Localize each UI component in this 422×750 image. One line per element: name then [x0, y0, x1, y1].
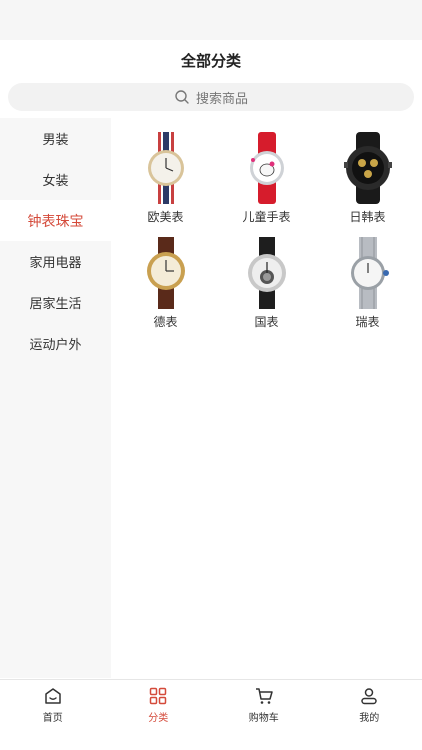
page-header: 全部分类	[0, 40, 422, 80]
subcategory-german-watch[interactable]: 德表	[115, 237, 216, 330]
sidebar-item-label: 家用电器	[29, 256, 82, 271]
kids-watch-image	[235, 132, 299, 204]
subcategory-label: 儿童手表	[242, 210, 291, 224]
sidebar-item-home-living[interactable]: 居家生活	[0, 282, 111, 323]
skeleton-watch-image	[235, 237, 299, 309]
category-icon	[148, 686, 168, 706]
home-icon	[43, 686, 63, 706]
subcategory-swiss-watch[interactable]: 瑞表	[317, 237, 418, 330]
subcategory-jp-kr-watch[interactable]: 日韩表	[317, 132, 418, 225]
subcategory-label: 国表	[254, 315, 279, 329]
profile-icon	[359, 686, 379, 706]
category-body: 男装 女装 钟表珠宝 家用电器 居家生活 运动户外 欧美表 儿童手表 日韩表 德…	[0, 118, 422, 678]
subcategory-panel: 欧美表 儿童手表 日韩表 德表 国表 瑞表	[111, 118, 422, 678]
subcategory-domestic-watch[interactable]: 国表	[216, 237, 317, 330]
tab-label: 首页	[42, 713, 63, 724]
sidebar-item-label: 居家生活	[29, 297, 82, 312]
gold-watch-image	[134, 237, 198, 309]
tab-profile[interactable]: 我的	[317, 680, 422, 750]
tab-label: 分类	[148, 713, 169, 724]
status-bar	[0, 0, 422, 40]
sidebar-item-womenswear[interactable]: 女装	[0, 159, 111, 200]
subcategory-european-watch[interactable]: 欧美表	[115, 132, 216, 225]
sidebar-item-label: 钟表珠宝	[27, 213, 84, 230]
sport-watch-image	[336, 132, 400, 204]
subcategory-label: 瑞表	[355, 315, 380, 329]
subcategory-label: 欧美表	[147, 210, 184, 224]
search-bar-container: 搜索商品	[0, 80, 422, 115]
subcategory-label: 日韩表	[349, 210, 386, 224]
bottom-tab-bar: 首页 分类 购物车 我的	[0, 679, 422, 750]
steel-watch-image	[336, 237, 400, 309]
sidebar-item-menswear[interactable]: 男装	[0, 118, 111, 159]
sidebar-item-label: 运动户外	[29, 338, 82, 353]
tab-home[interactable]: 首页	[0, 680, 106, 750]
sidebar-item-appliances[interactable]: 家用电器	[0, 241, 111, 282]
tab-category[interactable]: 分类	[106, 680, 212, 750]
tab-label: 我的	[359, 713, 380, 724]
sidebar-item-watches-jewelry[interactable]: 钟表珠宝	[0, 200, 111, 241]
search-icon	[174, 89, 190, 105]
sidebar-item-label: 女装	[42, 174, 69, 189]
tab-label: 购物车	[248, 713, 279, 724]
subcategory-grid: 欧美表 儿童手表 日韩表 德表 国表 瑞表	[111, 132, 422, 330]
search-placeholder: 搜索商品	[195, 91, 248, 107]
sidebar-item-outdoor-sports[interactable]: 运动户外	[0, 323, 111, 364]
tab-cart[interactable]: 购物车	[211, 680, 317, 750]
subcategory-label: 德表	[153, 315, 178, 329]
category-sidebar: 男装 女装 钟表珠宝 家用电器 居家生活 运动户外	[0, 118, 111, 678]
strap-watch-image	[134, 132, 198, 204]
cart-icon	[254, 686, 274, 706]
sidebar-item-label: 男装	[42, 133, 69, 148]
page-title: 全部分类	[180, 51, 241, 70]
search-input[interactable]: 搜索商品	[8, 83, 414, 111]
subcategory-kids-watch[interactable]: 儿童手表	[216, 132, 317, 225]
